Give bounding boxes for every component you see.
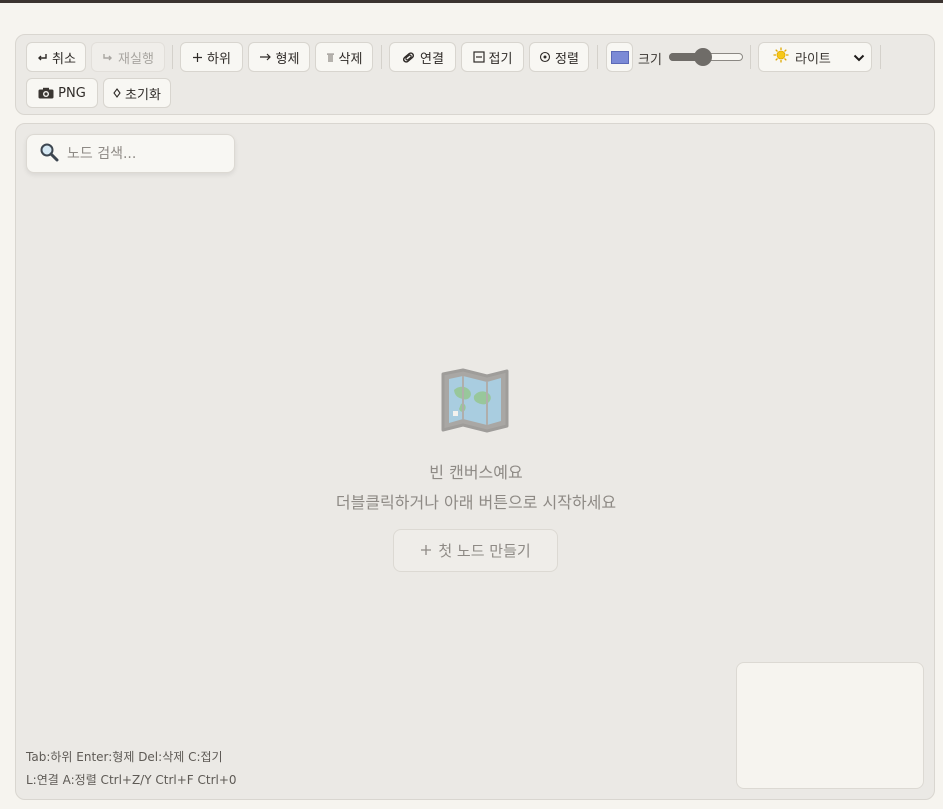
link-button[interactable]: 연결 [389, 42, 456, 72]
trash-icon [326, 52, 335, 63]
add-child-label: 하위 [207, 51, 231, 67]
search-icon [39, 142, 59, 166]
reset-label: 초기화 [125, 87, 161, 103]
camera-icon [38, 87, 54, 99]
collapse-label: 접기 [488, 51, 513, 67]
size-label: 크기 [638, 53, 662, 68]
create-first-node-button[interactable]: 첫 노드 만들기 [393, 529, 558, 572]
shortcut-help: Tab:하위 Enter:형제 Del:삭제 C:접기 L:연결 A:정렬 Ct… [26, 746, 237, 792]
export-png-button[interactable]: PNG [26, 78, 98, 108]
target-icon [539, 51, 551, 63]
empty-state-subtitle: 더블클릭하거나 아래 버튼으로 시작하세요 [335, 493, 617, 512]
add-child-button[interactable]: 하위 [180, 42, 243, 72]
theme-selected-value: 라이트 [795, 51, 831, 67]
slider-thumb[interactable] [694, 48, 713, 66]
plus-icon [420, 542, 432, 560]
undo-button[interactable]: 취소 [26, 42, 86, 72]
diamond-icon [113, 88, 121, 98]
align-label: 정렬 [555, 51, 579, 67]
export-png-label: PNG [58, 85, 86, 101]
window-top-border [0, 0, 943, 3]
toolbar-divider [172, 45, 173, 69]
chevron-down-icon [853, 52, 865, 67]
mindmap-canvas[interactable]: 빈 캔버스예요 더블클릭하거나 아래 버튼으로 시작하세요 첫 노드 만들기 T… [15, 123, 935, 800]
reset-button[interactable]: 초기화 [103, 78, 171, 108]
link-label: 연결 [420, 51, 444, 67]
add-sibling-label: 형제 [275, 51, 300, 67]
empty-state-title: 빈 캔버스예요 [429, 463, 523, 482]
shortcut-line: L:연결 A:정렬 Ctrl+Z/Y Ctrl+F Ctrl+0 [26, 773, 237, 787]
node-search-box[interactable] [26, 134, 235, 173]
minimap[interactable] [736, 662, 924, 789]
undo-arrow-icon [36, 51, 48, 63]
delete-button[interactable]: 삭제 [315, 42, 373, 72]
toolbar-divider [381, 45, 382, 69]
collapse-button[interactable]: 접기 [461, 42, 524, 72]
undo-label: 취소 [52, 51, 76, 67]
add-sibling-button[interactable]: 형제 [248, 42, 310, 72]
shortcut-line: Tab:하위 Enter:형제 Del:삭제 C:접기 [26, 750, 223, 764]
delete-label: 삭제 [338, 51, 363, 67]
size-slider[interactable] [669, 48, 743, 66]
sun-icon [773, 47, 789, 67]
toolbar-divider [750, 45, 751, 69]
plus-icon [192, 52, 203, 63]
search-input[interactable] [67, 145, 227, 162]
toolbar: 취소 재실행 하위 형제 삭제 연결 접기 정렬 크기 라이트 PNG 초기화 [15, 34, 935, 115]
redo-arrow-icon [102, 51, 114, 63]
arrow-right-icon [259, 52, 272, 62]
toolbar-divider [597, 45, 598, 69]
redo-label: 재실행 [118, 51, 154, 67]
theme-select[interactable]: 라이트 [758, 42, 872, 72]
align-button[interactable]: 정렬 [529, 42, 589, 72]
toolbar-divider [880, 45, 881, 69]
node-color-picker[interactable] [606, 42, 633, 72]
color-swatch [610, 50, 629, 64]
redo-button[interactable]: 재실행 [91, 42, 165, 72]
collapse-box-icon [472, 51, 485, 63]
map-icon [440, 368, 510, 438]
paperclip-icon [401, 50, 416, 65]
create-first-node-label: 첫 노드 만들기 [438, 542, 531, 560]
